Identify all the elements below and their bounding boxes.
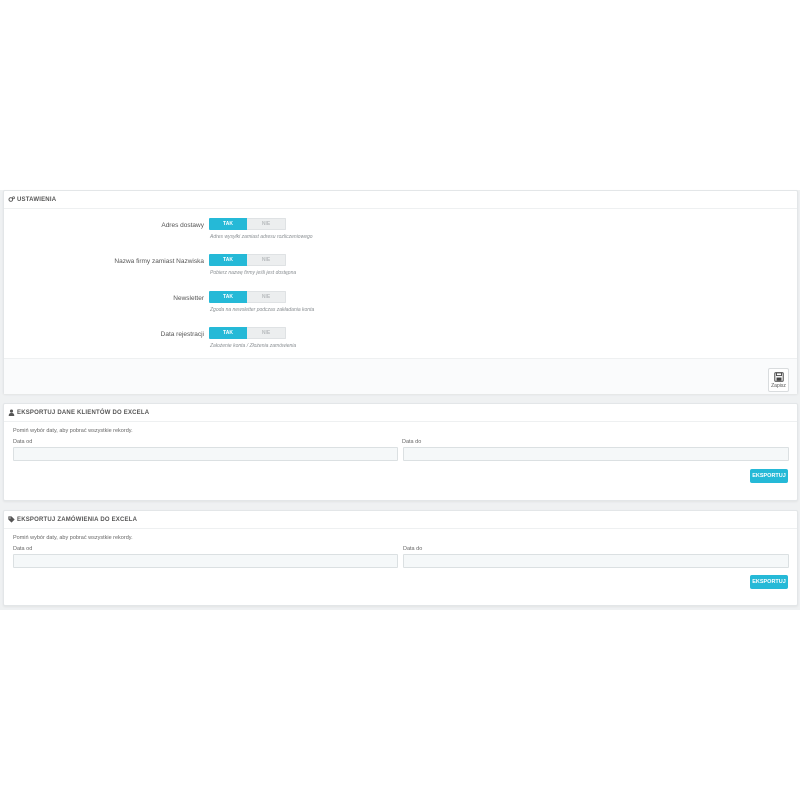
settings-panel-header: USTAWIENIA [4, 191, 797, 209]
setting-help: Założenie konta / Złożenia zamówienia [210, 343, 297, 349]
export-customers-header: EKSPORTUJ DANE KLIENTÓW DO EXCELA [4, 404, 797, 422]
setting-label: Nazwa firmy zamiast Nazwiska [114, 258, 204, 265]
date-to-input[interactable] [403, 447, 789, 461]
setting-help: Zgoda na newsletter podczas zakładania k… [210, 307, 315, 313]
setting-label: Data rejestracji [160, 331, 204, 338]
export-customers-button[interactable]: EKSPORTUJ [750, 469, 788, 483]
date-from-label: Data od [13, 439, 33, 445]
newsletter-toggle[interactable]: TAK NIE [209, 291, 286, 303]
setting-help: Pobierz nazwę firmy jeśli jest dostępna [210, 270, 297, 276]
company-name-toggle[interactable]: TAK NIE [209, 254, 286, 266]
toggle-yes[interactable]: TAK [209, 218, 247, 230]
user-icon [8, 409, 15, 416]
registration-date-toggle[interactable]: TAK NIE [209, 327, 286, 339]
export-orders-intro: Pomiń wybór daty, aby pobrać wszystkie r… [13, 535, 133, 541]
export-customers-intro: Pomiń wybór daty, aby pobrać wszystkie r… [13, 428, 133, 434]
export-orders-title: EKSPORTUJ ZAMÓWIENIA DO EXCELA [17, 516, 138, 523]
setting-row-delivery-address: Adres dostawy TAK NIE Adres wysyłki zami… [4, 217, 799, 240]
date-to-label: Data do [402, 439, 422, 445]
export-customers-panel: EKSPORTUJ DANE KLIENTÓW DO EXCELA Pomiń … [3, 403, 798, 501]
toggle-no[interactable]: NIE [247, 327, 286, 339]
date-from-input[interactable] [13, 554, 398, 568]
toggle-no[interactable]: NIE [247, 218, 286, 230]
setting-label: Newsletter [173, 295, 204, 302]
setting-label: Adres dostawy [161, 222, 204, 229]
export-orders-button[interactable]: EKSPORTUJ [750, 575, 788, 589]
setting-row-registration-date: Data rejestracji TAK NIE Założenie konta… [4, 326, 799, 349]
date-from-label: Data od [13, 546, 33, 552]
save-button[interactable]: Zapisz [768, 368, 789, 392]
export-customers-title: EKSPORTUJ DANE KLIENTÓW DO EXCELA [17, 409, 150, 416]
toggle-yes[interactable]: TAK [209, 254, 247, 266]
setting-row-newsletter: Newsletter TAK NIE Zgoda na newsletter p… [4, 290, 799, 313]
toggle-yes[interactable]: TAK [209, 327, 247, 339]
export-orders-header: EKSPORTUJ ZAMÓWIENIA DO EXCELA [4, 511, 797, 529]
content-area: USTAWIENIA Adres dostawy TAK NIE Adres w… [0, 190, 800, 610]
floppy-disk-icon [773, 371, 784, 382]
settings-panel-title: USTAWIENIA [17, 196, 57, 203]
cogs-icon [8, 196, 15, 202]
date-to-input[interactable] [403, 554, 789, 568]
date-to-label: Data do [403, 546, 423, 552]
toggle-no[interactable]: NIE [247, 291, 286, 303]
delivery-address-toggle[interactable]: TAK NIE [209, 218, 286, 230]
setting-row-company-name: Nazwa firmy zamiast Nazwiska TAK NIE Pob… [4, 253, 799, 276]
date-from-input[interactable] [13, 447, 398, 461]
settings-panel: USTAWIENIA Adres dostawy TAK NIE Adres w… [3, 190, 798, 394]
toggle-yes[interactable]: TAK [209, 291, 247, 303]
save-button-label: Zapisz [771, 382, 786, 389]
settings-panel-footer: Zapisz [4, 358, 797, 394]
export-orders-panel: EKSPORTUJ ZAMÓWIENIA DO EXCELA Pomiń wyb… [3, 510, 798, 606]
tags-icon [8, 516, 15, 523]
setting-help: Adres wysyłki zamiast adresu rozliczenio… [210, 234, 313, 240]
toggle-no[interactable]: NIE [247, 254, 286, 266]
